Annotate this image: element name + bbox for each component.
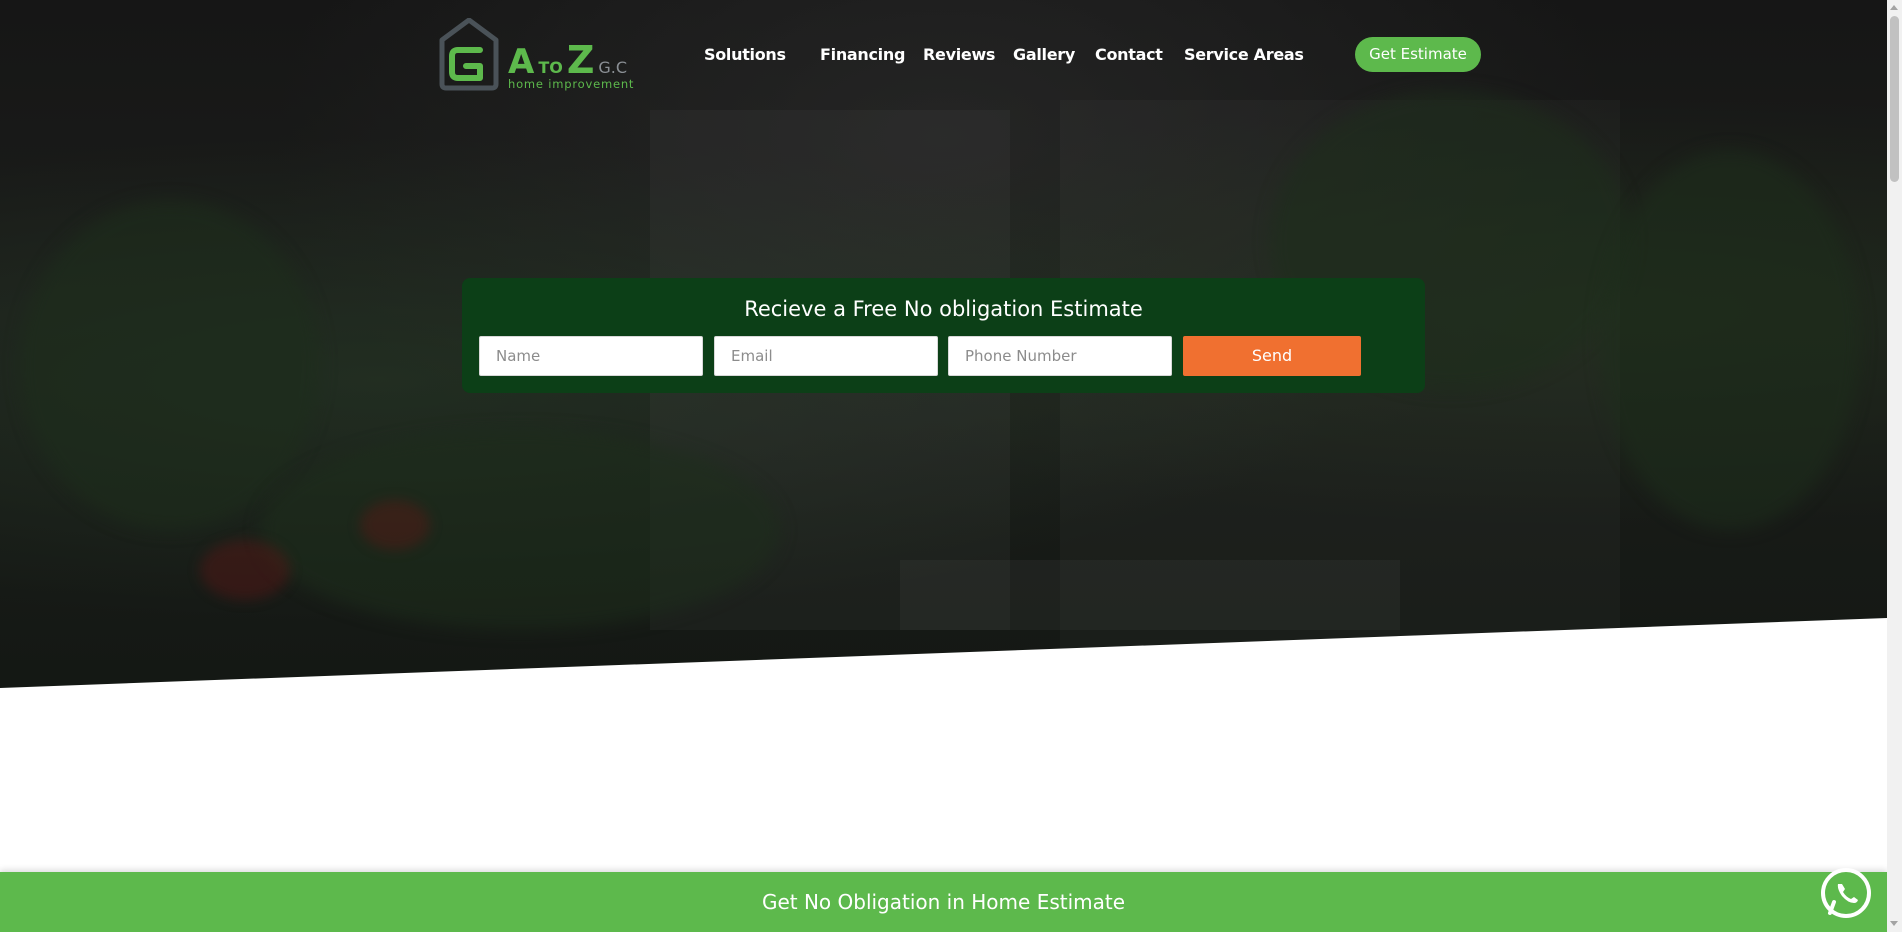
hero-flowers [200,540,290,600]
scroll-up-arrow-icon[interactable] [1890,5,1898,10]
hero-patio [900,560,1400,630]
nav-gallery[interactable]: Gallery [1013,45,1075,64]
main-nav: Solutions Financing Reviews Gallery Cont… [0,45,1902,65]
send-button[interactable]: Send [1183,336,1361,376]
nav-financing[interactable]: Financing [820,45,905,64]
name-input[interactable] [479,336,703,376]
get-estimate-button[interactable]: Get Estimate [1355,37,1481,72]
estimate-form: Recieve a Free No obligation Estimate Se… [462,278,1425,393]
nav-reviews[interactable]: Reviews [923,45,995,64]
scrollbar-thumb[interactable] [1890,16,1899,182]
hero-flowers-2 [360,500,430,550]
page-scrollbar[interactable] [1887,0,1902,932]
phone-input[interactable] [948,336,1172,376]
estimate-form-title: Recieve a Free No obligation Estimate [744,297,1143,321]
whatsapp-icon[interactable] [1820,867,1872,919]
nav-solutions[interactable]: Solutions [704,45,786,64]
nav-contact[interactable]: Contact [1095,45,1163,64]
nav-service-areas[interactable]: Service Areas [1184,45,1304,64]
logo-tagline: home improvement [508,77,635,91]
email-input[interactable] [714,336,938,376]
hero-shrubs [260,430,780,630]
hero-tree-left [20,200,320,530]
scroll-down-arrow-icon[interactable] [1890,921,1898,926]
hero-tree-far-right [1600,150,1860,530]
bottom-bar-label: Get No Obligation in Home Estimate [761,890,1126,914]
bottom-estimate-bar[interactable]: Get No Obligation in Home Estimate [0,872,1887,932]
